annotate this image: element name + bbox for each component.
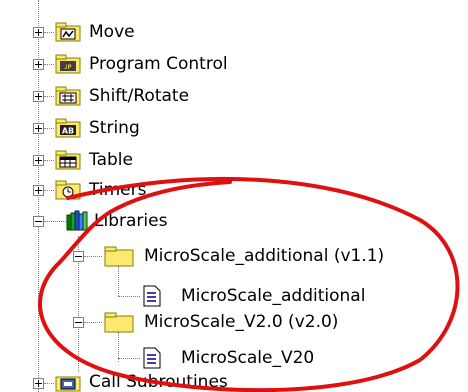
tree-item-shift-rotate[interactable]: Shift/Rotate bbox=[89, 86, 189, 106]
tree-item-microscale-v20-library[interactable]: MicroScale_V2.0 (v2.0) bbox=[144, 312, 338, 332]
tree-branch bbox=[44, 160, 54, 162]
expand-call-subroutines-toggle[interactable] bbox=[33, 378, 44, 389]
expand-program-control-toggle[interactable] bbox=[33, 59, 44, 70]
tree-branch bbox=[44, 96, 54, 98]
expand-shift-rotate-toggle[interactable] bbox=[33, 91, 44, 102]
tree-item-libraries[interactable]: Libraries bbox=[94, 211, 167, 231]
tree-item-microscale-additional-library[interactable]: MicroScale_additional (v1.1) bbox=[144, 246, 384, 266]
collapse-libraries-toggle[interactable] bbox=[33, 216, 44, 227]
folder-string-icon: AB bbox=[55, 118, 81, 138]
folder-shift-rotate-icon bbox=[55, 86, 81, 106]
expand-string-toggle[interactable] bbox=[33, 123, 44, 134]
tree-branch bbox=[44, 32, 54, 34]
tree-item-string[interactable]: String bbox=[89, 118, 140, 138]
tree-branch bbox=[44, 190, 54, 192]
tree-line-additional bbox=[118, 266, 120, 296]
tree-branch bbox=[44, 128, 54, 130]
tree-branch bbox=[84, 322, 102, 324]
folder-program-control-icon: ᴊᴘ bbox=[55, 54, 81, 74]
tree-item-move[interactable]: Move bbox=[89, 22, 135, 42]
tree-branch bbox=[44, 64, 54, 66]
tree-item-timers[interactable]: Timers bbox=[89, 180, 146, 200]
instruction-tree: Move ᴊᴘ Program Control Shift/Rotate AB … bbox=[0, 0, 468, 392]
tree-item-program-control[interactable]: Program Control bbox=[89, 54, 228, 74]
folder-icon bbox=[104, 312, 134, 333]
tree-branch bbox=[118, 358, 140, 360]
folder-move-icon bbox=[55, 22, 81, 42]
libraries-books-icon bbox=[66, 210, 88, 231]
tree-branch bbox=[44, 383, 54, 385]
folder-timers-icon bbox=[55, 180, 81, 200]
svg-text:ᴊᴘ: ᴊᴘ bbox=[64, 62, 71, 71]
expand-table-toggle[interactable] bbox=[33, 155, 44, 166]
collapse-microscale-v20-toggle[interactable] bbox=[73, 317, 84, 328]
collapse-microscale-additional-toggle[interactable] bbox=[73, 251, 84, 262]
folder-table-icon bbox=[55, 150, 81, 170]
tree-item-table[interactable]: Table bbox=[89, 150, 133, 170]
folder-icon bbox=[104, 246, 134, 267]
tree-item-microscale-v20[interactable]: MicroScale_V20 bbox=[181, 348, 314, 368]
document-icon bbox=[143, 285, 161, 307]
tree-item-call-subroutines[interactable]: Call Subroutines bbox=[89, 372, 228, 392]
document-icon bbox=[143, 347, 161, 369]
call-subroutines-icon bbox=[55, 376, 81, 392]
tree-branch bbox=[118, 296, 140, 298]
tree-item-microscale-additional[interactable]: MicroScale_additional bbox=[181, 286, 365, 306]
tree-branch bbox=[44, 221, 66, 223]
expand-timers-toggle[interactable] bbox=[33, 185, 44, 196]
tree-branch bbox=[84, 256, 102, 258]
expand-move-toggle[interactable] bbox=[33, 27, 44, 38]
svg-text:AB: AB bbox=[62, 127, 74, 136]
